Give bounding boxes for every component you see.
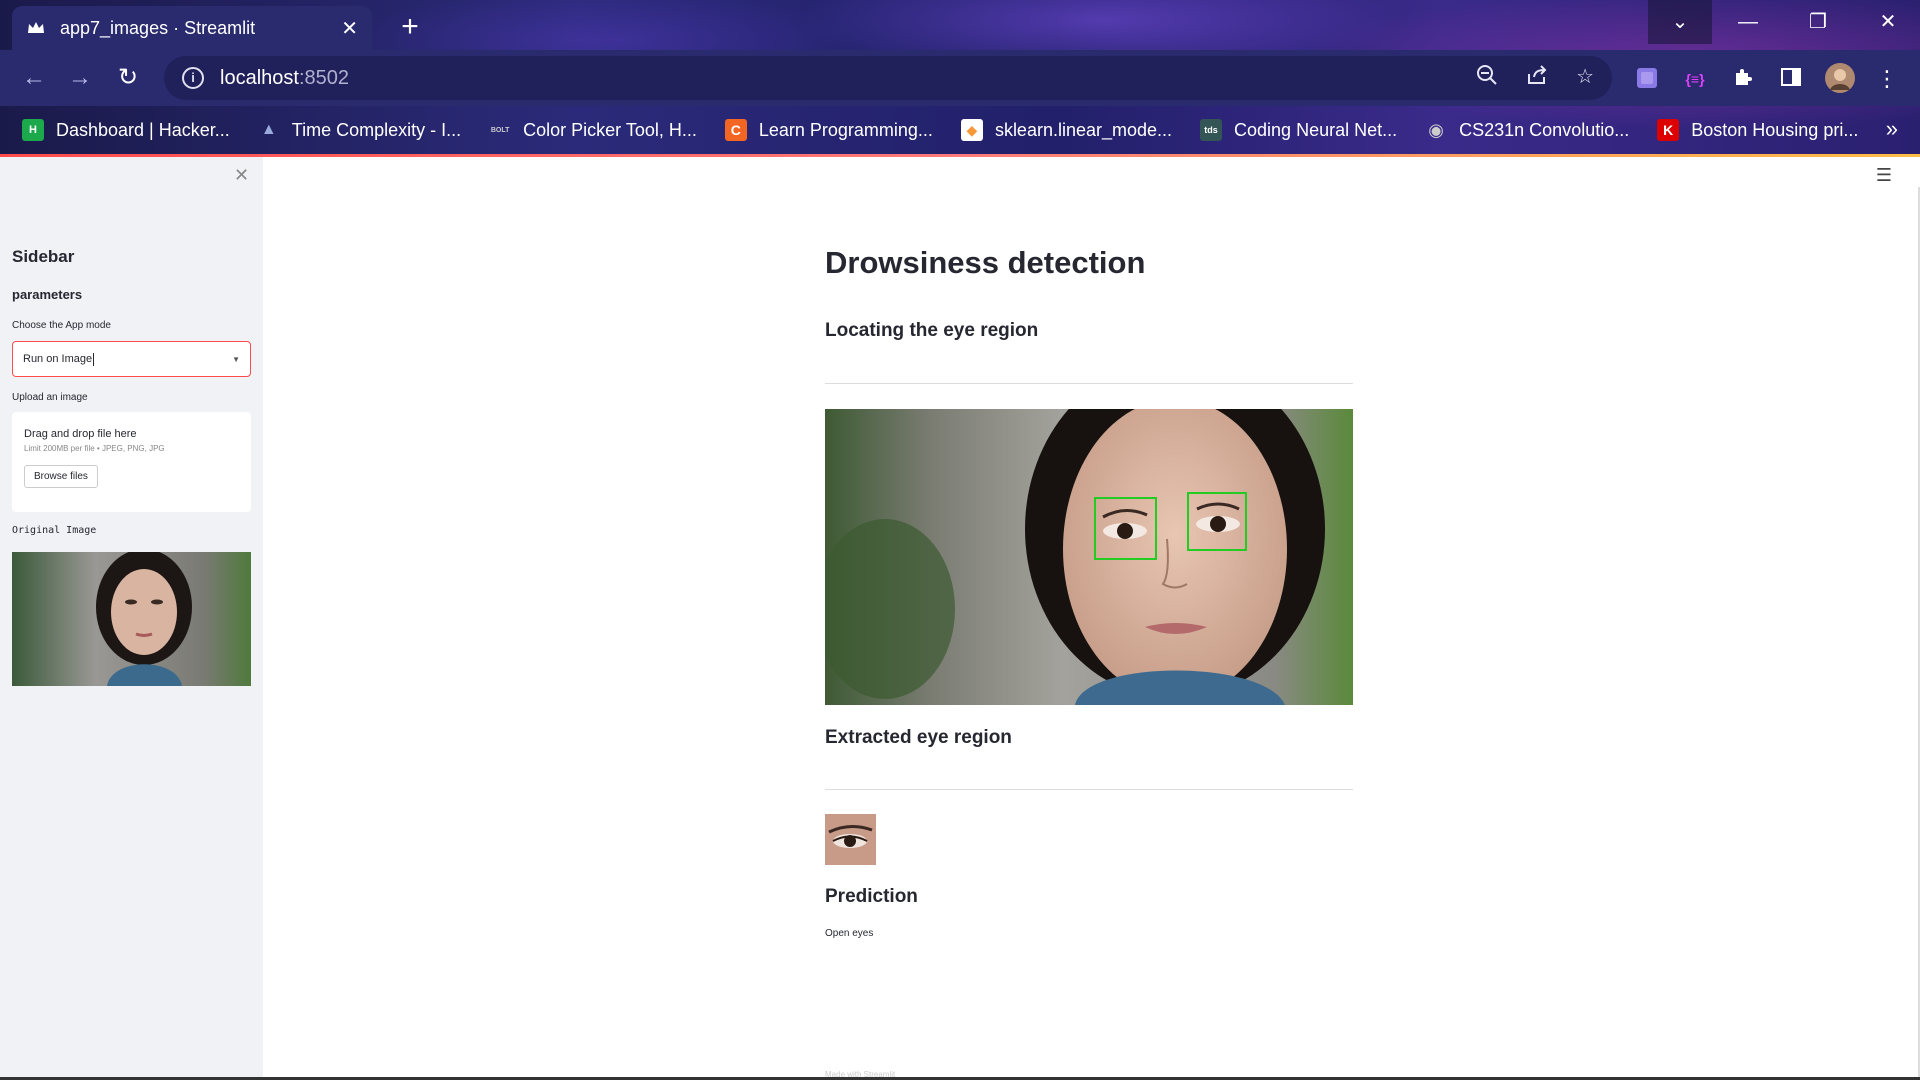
sidebar: ✕ Sidebar parameters Choose the App mode… <box>0 157 263 1080</box>
upload-instructions: Drag and drop file here <box>24 428 137 440</box>
hamburger-menu-icon[interactable]: ☰ <box>1876 165 1892 186</box>
back-arrow-icon[interactable]: ← <box>18 62 50 94</box>
tab-close-icon[interactable]: ✕ <box>341 16 358 41</box>
mode-select-label: Choose the App mode <box>12 320 111 331</box>
bolt-icon: BOLT <box>490 126 510 134</box>
bookmark-label: CS231n Convolutio... <box>1459 119 1630 140</box>
bookmark-item[interactable]: ▲ Time Complexity - I... <box>258 119 461 141</box>
bookmark-item[interactable]: BOLT Color Picker Tool, H... <box>489 119 697 141</box>
section-heading-extract: Extracted eye region <box>825 727 1012 748</box>
app-mode-select[interactable]: Run on Image ▼ <box>12 341 251 377</box>
site-info-icon[interactable]: i <box>182 67 204 89</box>
browser-chrome: app7_images · Streamlit ✕ + ⌄ — ❐ ✕ ← → … <box>0 0 1920 157</box>
bookmark-item[interactable]: H Dashboard | Hacker... <box>22 119 230 141</box>
section-heading-prediction: Prediction <box>825 886 918 907</box>
sidebar-title: Sidebar <box>12 247 75 266</box>
zoom-out-icon[interactable] <box>1476 64 1498 92</box>
new-tab-button[interactable]: + <box>392 10 428 46</box>
app-mode-value: Run on Image <box>23 353 93 365</box>
window-close-icon[interactable]: ✕ <box>1856 0 1920 44</box>
tab-search-chevron-icon[interactable]: ⌄ <box>1648 0 1712 44</box>
extracted-eye-image <box>825 814 876 865</box>
puzzle-extensions-icon[interactable] <box>1730 66 1756 92</box>
kaggle-icon: K <box>1657 119 1680 141</box>
bookmark-item[interactable]: ◉ CS231n Convolutio... <box>1425 119 1629 141</box>
bookmark-star-icon[interactable]: ☆ <box>1576 64 1594 92</box>
upload-limit-text: Limit 200MB per file • JPEG, PNG, JPG <box>24 444 165 453</box>
main-area: ☰ Drowsiness detection Locating the eye … <box>263 157 1920 1080</box>
globe-icon: ◉ <box>1428 119 1444 140</box>
bookmark-label: Coding Neural Net... <box>1234 119 1398 140</box>
address-bar[interactable]: i localhost :8502 ☆ <box>164 56 1612 100</box>
bookmark-label: sklearn.linear_mode... <box>994 119 1173 140</box>
browse-files-button[interactable]: Browse files <box>24 465 98 488</box>
side-panel-icon[interactable] <box>1778 66 1804 92</box>
minimize-icon[interactable]: — <box>1716 0 1780 44</box>
bookmark-label: Dashboard | Hacker... <box>56 119 230 140</box>
sidebar-close-icon[interactable]: ✕ <box>234 165 249 186</box>
bookmark-label: Color Picker Tool, H... <box>523 119 697 140</box>
browser-toolbar: ← → ↻ i localhost :8502 ☆ {≡} ⋮ <box>0 50 1920 106</box>
page-title: Drowsiness detection <box>825 245 1146 280</box>
upload-label: Upload an image <box>12 392 88 403</box>
bookmarks-overflow-icon[interactable]: » <box>1886 116 1898 142</box>
tab-strip: app7_images · Streamlit ✕ + ⌄ — ❐ ✕ <box>0 0 1920 50</box>
browser-menu-kebab-icon[interactable]: ⋮ <box>1874 66 1900 92</box>
forward-arrow-icon[interactable]: → <box>64 62 96 94</box>
text-cursor <box>93 352 95 366</box>
sklearn-icon: ◆ <box>960 119 983 141</box>
profile-avatar[interactable] <box>1824 62 1856 94</box>
original-image-caption: Original Image <box>12 525 97 536</box>
streamlit-crown-icon <box>26 18 46 38</box>
mountain-icon: ▲ <box>260 121 277 138</box>
tab-title: app7_images · Streamlit <box>60 17 256 38</box>
bookmarks-bar: H Dashboard | Hacker... ▲ Time Complexit… <box>0 106 1920 154</box>
bookmark-item[interactable]: tds Coding Neural Net... <box>1200 119 1397 141</box>
original-image-thumbnail <box>12 552 251 686</box>
tds-icon: tds <box>1200 119 1223 141</box>
hackerrank-icon: H <box>22 119 44 141</box>
file-uploader-dropzone[interactable]: Drag and drop file here Limit 200MB per … <box>12 412 251 512</box>
chevron-down-icon[interactable]: ▼ <box>232 355 240 364</box>
bookmark-label: Time Complexity - I... <box>291 119 462 140</box>
section-heading-locate: Locating the eye region <box>825 320 1039 341</box>
bookmark-label: Learn Programming... <box>758 119 933 140</box>
bookmark-item[interactable]: ◆ sklearn.linear_mode... <box>960 119 1173 141</box>
restore-icon[interactable]: ❐ <box>1786 0 1850 44</box>
codecademy-icon: C <box>724 119 747 141</box>
url-port: :8502 <box>298 66 349 89</box>
bookmark-label: Boston Housing pri... <box>1691 119 1859 140</box>
reload-icon[interactable]: ↻ <box>112 62 144 94</box>
divider <box>825 383 1353 384</box>
eye-detection-image <box>825 409 1353 705</box>
extension-square-icon[interactable] <box>1634 66 1660 92</box>
browser-tab[interactable]: app7_images · Streamlit ✕ <box>12 6 372 50</box>
bookmark-item[interactable]: C Learn Programming... <box>724 119 933 141</box>
sidebar-subtitle: parameters <box>12 287 83 302</box>
share-icon[interactable] <box>1526 64 1548 92</box>
bookmark-item[interactable]: K Boston Housing pri... <box>1657 119 1858 141</box>
divider <box>825 789 1353 790</box>
prediction-result: Open eyes <box>825 928 874 939</box>
json-extension-icon[interactable]: {≡} <box>1682 66 1708 92</box>
url-host: localhost <box>220 66 299 89</box>
